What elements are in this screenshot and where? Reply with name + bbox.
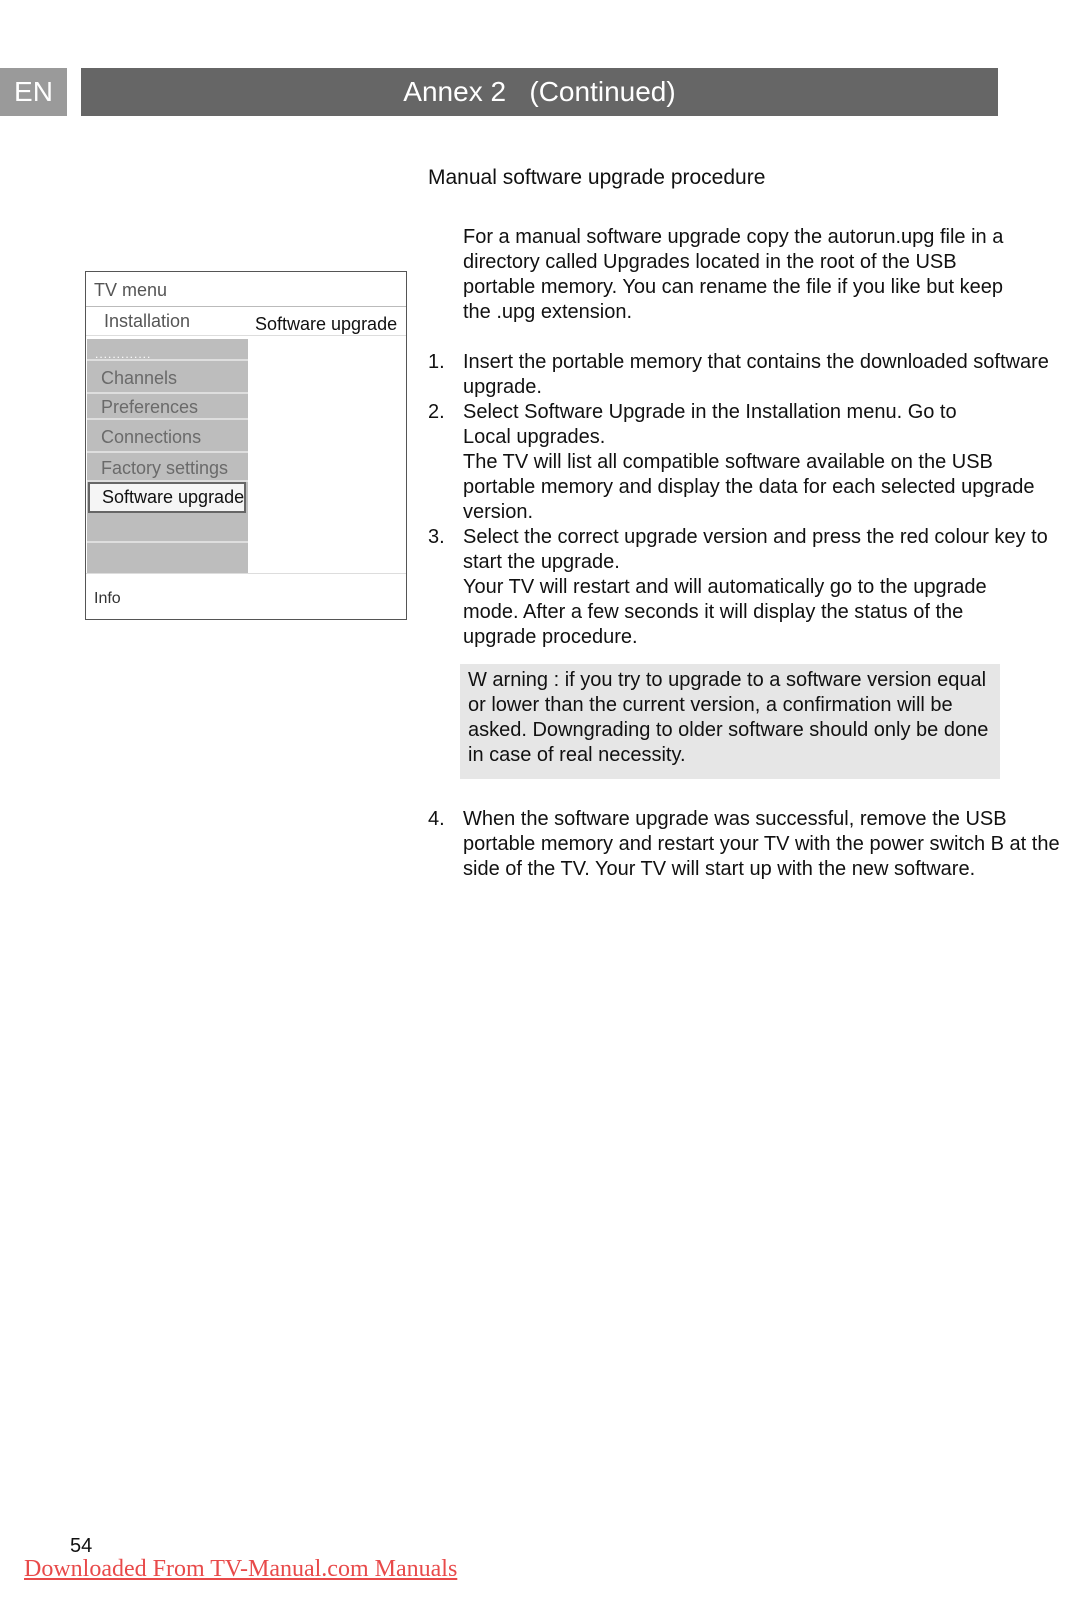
page-number: 54 xyxy=(70,1535,93,1557)
download-source-link[interactable]: Downloaded From TV-Manual.com Manuals xyxy=(24,1556,457,1583)
tv-menu-empty-row xyxy=(87,543,248,573)
intro-paragraph: For a manual software upgrade copy the a… xyxy=(463,226,1004,323)
tv-menu-item-connections: Connections xyxy=(87,420,248,453)
steps-list-4: 4. When the software upgrade was success… xyxy=(428,807,1068,882)
divider xyxy=(86,335,406,336)
divider xyxy=(86,306,406,307)
tv-menu-item-preferences: Preferences xyxy=(87,394,248,420)
tv-menu-dots: ............. xyxy=(95,347,152,361)
warning-box: W arning : if you try to upgrade to a so… xyxy=(460,664,1000,779)
step-1: 1. Insert the portable memory that conta… xyxy=(428,350,1053,400)
step-2: 2. Select Software Upgrade in the Instal… xyxy=(428,400,1048,525)
step-4: 4. When the software upgrade was success… xyxy=(428,807,1080,882)
step-text: Select Software Upgrade in the Installat… xyxy=(463,401,957,448)
step-note: Your TV will restart and will automatica… xyxy=(463,576,987,648)
tv-menu-info: Info xyxy=(94,590,121,607)
tv-menu-item-factory-settings: Factory settings xyxy=(87,453,248,482)
step-text: Select the correct upgrade version and p… xyxy=(463,526,1048,573)
page-header: Annex 2 (Continued) xyxy=(81,68,998,116)
step-text: Insert the portable memory that contains… xyxy=(463,351,1049,398)
step-text: When the software upgrade was successful… xyxy=(463,808,1060,880)
tv-menu-illustration: TV menu Installation Software upgrade ..… xyxy=(85,271,407,620)
tv-menu-title: TV menu xyxy=(94,280,168,300)
step-note: The TV will list all compatible software… xyxy=(463,451,1035,523)
steps-list-1-3: 1. Insert the portable memory that conta… xyxy=(428,350,1068,650)
step-number: 2. xyxy=(428,401,445,423)
tv-menu-empty-row xyxy=(87,513,248,543)
step-3: 3. Select the correct upgrade version an… xyxy=(428,525,1053,650)
step-number: 4. xyxy=(428,808,445,830)
page-title: Annex 2 (Continued) xyxy=(403,76,676,107)
tv-menu-item-software-upgrade: Software upgrade xyxy=(88,482,246,513)
tv-menu-current: Installation xyxy=(104,311,191,331)
divider xyxy=(86,573,406,574)
tv-menu-submenu-title: Software upgrade xyxy=(255,314,398,334)
tv-menu-item-channels: Channels xyxy=(87,361,248,394)
step-number: 1. xyxy=(428,351,445,373)
warning-text: W arning : if you try to upgrade to a so… xyxy=(468,669,989,766)
step-number: 3. xyxy=(428,526,445,548)
language-badge: EN xyxy=(0,68,67,116)
section-title: Manual software upgrade procedure xyxy=(428,166,766,189)
